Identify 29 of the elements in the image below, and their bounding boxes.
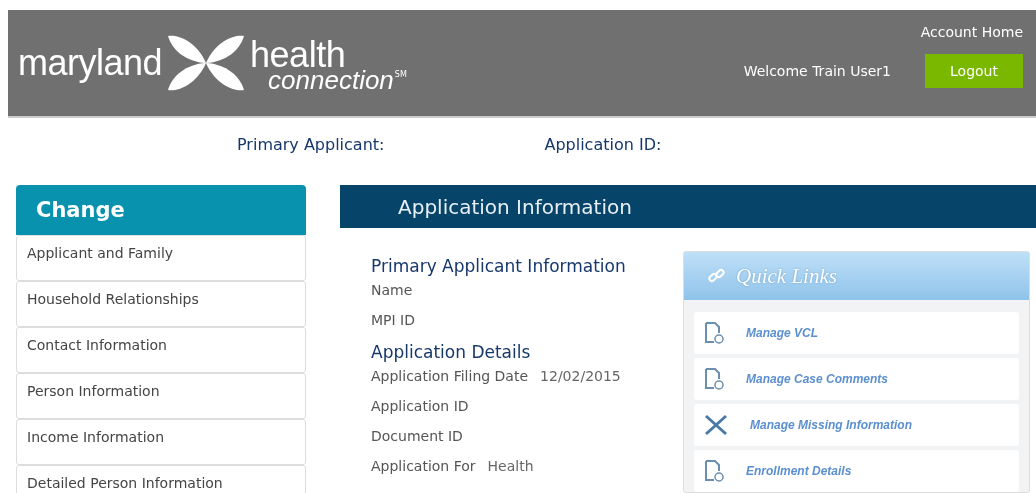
section-heading: Primary Applicant Information — [371, 256, 627, 276]
link-icon — [708, 267, 726, 285]
field-label: Name — [371, 282, 413, 300]
document-icon — [704, 322, 724, 344]
field-label: MPI ID — [371, 312, 415, 330]
sidebar-item[interactable]: Applicant and Family — [16, 235, 306, 281]
sidebar-item[interactable]: Income Information — [16, 419, 306, 465]
field-value: Health — [487, 458, 534, 476]
sidebar-item[interactable]: Contact Information — [16, 327, 306, 373]
service-mark: SM — [394, 71, 407, 79]
field-label: Document ID — [371, 428, 463, 446]
panel-title: Application Information — [340, 185, 1036, 228]
welcome-text: Welcome Train User1 — [743, 63, 891, 79]
field-label: Application For — [371, 458, 476, 476]
application-id-label: Application ID: — [544, 135, 662, 156]
sidebar-title: Change — [16, 185, 306, 235]
sidebar-item[interactable]: Detailed Person Information — [16, 465, 306, 493]
quick-links-title: Quick Links — [736, 263, 837, 289]
document-icon — [704, 460, 724, 482]
primary-applicant-label: Primary Applicant: — [237, 135, 385, 156]
field-label: Application Filing Date — [371, 368, 529, 386]
document-icon — [704, 368, 724, 390]
section-heading: Application Details — [371, 342, 532, 362]
sidebar-item[interactable]: Household Relationships — [16, 281, 306, 327]
logo-text: maryland — [18, 42, 163, 84]
field-value: 12/02/2015 — [540, 368, 621, 386]
field-label: Application ID — [371, 398, 469, 416]
sidebar-item[interactable]: Person Information — [16, 373, 306, 419]
account-home-link[interactable]: Account Home — [920, 24, 1023, 40]
